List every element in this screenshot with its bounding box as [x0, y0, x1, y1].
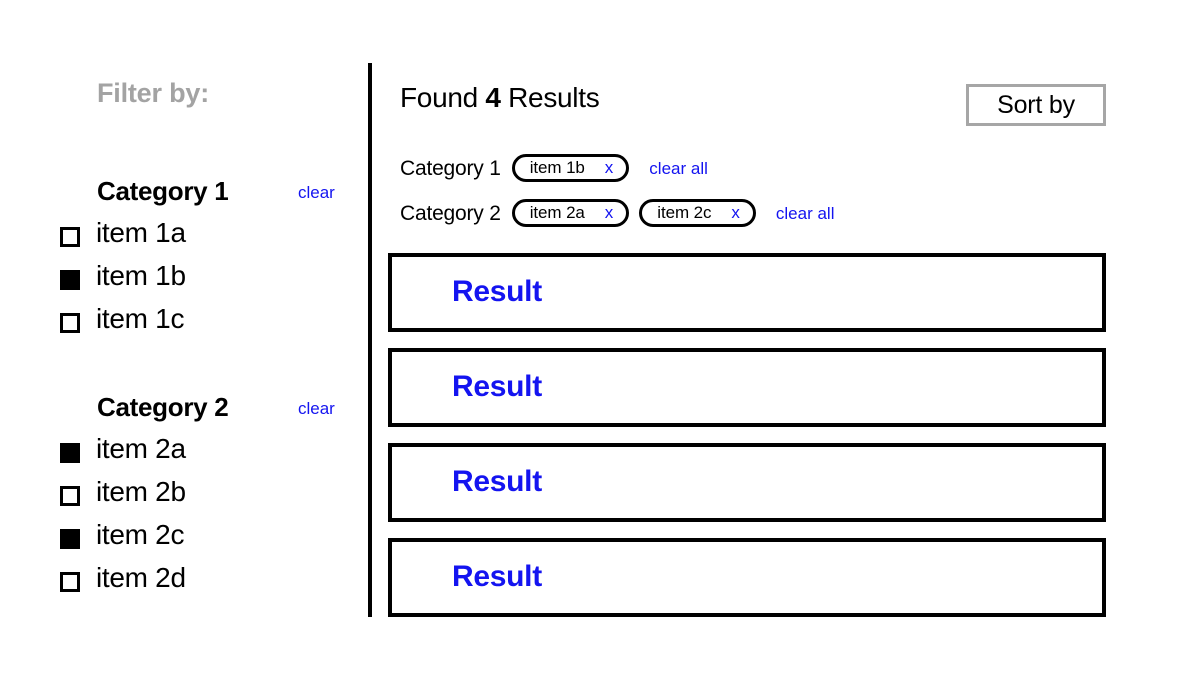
- checkbox-unchecked-icon[interactable]: [60, 313, 80, 333]
- facet-option-list: item 1a item 1b item 1c: [0, 217, 368, 347]
- result-card-title: Result: [452, 275, 542, 308]
- facet-option-label: item 1a: [96, 217, 186, 248]
- checkbox-checked-icon[interactable]: [60, 443, 80, 463]
- facet-option-label: item 1b: [96, 260, 186, 291]
- facet-option[interactable]: item 1a: [0, 217, 368, 261]
- results-count-number: 4: [485, 82, 501, 113]
- result-card-title: Result: [452, 370, 542, 403]
- checkbox-unchecked-icon[interactable]: [60, 227, 80, 247]
- result-card[interactable]: Result: [388, 253, 1106, 332]
- result-card[interactable]: Result: [388, 443, 1106, 522]
- sort-by-label: Sort by: [997, 91, 1075, 119]
- filter-chip-remove-icon[interactable]: x: [731, 202, 740, 224]
- facet-option[interactable]: item 1b: [0, 260, 368, 304]
- facet-option[interactable]: item 2a: [0, 433, 368, 477]
- filter-chip[interactable]: item 2c x: [639, 199, 756, 227]
- applied-filter-row: Category 1 item 1b x clear all: [400, 154, 708, 187]
- facet-group-1: Category 1 clear item 1a item 1b item 1c: [0, 176, 368, 347]
- facet-option[interactable]: item 2c: [0, 519, 368, 563]
- filter-chip-remove-icon[interactable]: x: [605, 157, 614, 179]
- facet-option-label: item 2a: [96, 433, 186, 464]
- filter-chip-remove-icon[interactable]: x: [605, 202, 614, 224]
- filter-sidebar: Filter by: Category 1 clear item 1a item 1b…: [0, 0, 368, 678]
- sort-by-button[interactable]: Sort by: [966, 84, 1106, 126]
- results-list: Result Result Result Result: [388, 253, 1106, 633]
- facet-option[interactable]: item 1c: [0, 303, 368, 347]
- facet-header: Category 1 clear: [0, 176, 368, 212]
- filter-chip[interactable]: item 1b x: [511, 154, 630, 182]
- clear-all-link[interactable]: clear all: [776, 204, 835, 224]
- facet-option-list: item 2a item 2b item 2c item 2d: [0, 433, 368, 606]
- facet-title: Category 1: [97, 176, 229, 206]
- facet-option[interactable]: item 2b: [0, 476, 368, 520]
- result-card[interactable]: Result: [388, 348, 1106, 427]
- results-count-suffix: Results: [500, 82, 600, 113]
- results-count-prefix: Found: [400, 82, 486, 113]
- applied-filter-row: Category 2 item 2a x item 2c x clear all: [400, 199, 835, 232]
- facet-clear-link[interactable]: clear: [298, 183, 335, 203]
- facet-option-label: item 1c: [96, 303, 185, 334]
- result-card-title: Result: [452, 465, 542, 498]
- facet-group-2: Category 2 clear item 2a item 2b item 2c item…: [0, 392, 368, 606]
- facet-option-label: item 2d: [96, 562, 186, 593]
- facet-option[interactable]: item 2d: [0, 562, 368, 606]
- vertical-divider: [368, 63, 372, 617]
- results-count: Found 4 Results: [400, 82, 600, 114]
- checkbox-checked-icon[interactable]: [60, 270, 80, 290]
- applied-filter-category-label: Category 1: [400, 157, 501, 180]
- filter-chip-label: item 2c: [657, 203, 712, 222]
- filter-chip[interactable]: item 2a x: [511, 199, 630, 227]
- results-panel: Found 4 Results Sort by Category 1 item 1…: [388, 0, 1200, 678]
- result-card[interactable]: Result: [388, 538, 1106, 617]
- facet-option-label: item 2c: [96, 519, 185, 550]
- facet-title: Category 2: [97, 392, 229, 422]
- facet-header: Category 2 clear: [0, 392, 368, 428]
- facet-option-label: item 2b: [96, 476, 186, 507]
- search-results-page: Filter by: Category 1 clear item 1a item 1b…: [0, 0, 1200, 678]
- filter-by-heading: Filter by:: [97, 78, 210, 108]
- filter-chip-label: item 1b: [529, 158, 585, 177]
- filter-chip-label: item 2a: [529, 203, 585, 222]
- checkbox-unchecked-icon[interactable]: [60, 572, 80, 592]
- applied-filter-category-label: Category 2: [400, 202, 501, 225]
- checkbox-checked-icon[interactable]: [60, 529, 80, 549]
- checkbox-unchecked-icon[interactable]: [60, 486, 80, 506]
- result-card-title: Result: [452, 560, 542, 593]
- clear-all-link[interactable]: clear all: [649, 159, 708, 179]
- facet-clear-link[interactable]: clear: [298, 399, 335, 419]
